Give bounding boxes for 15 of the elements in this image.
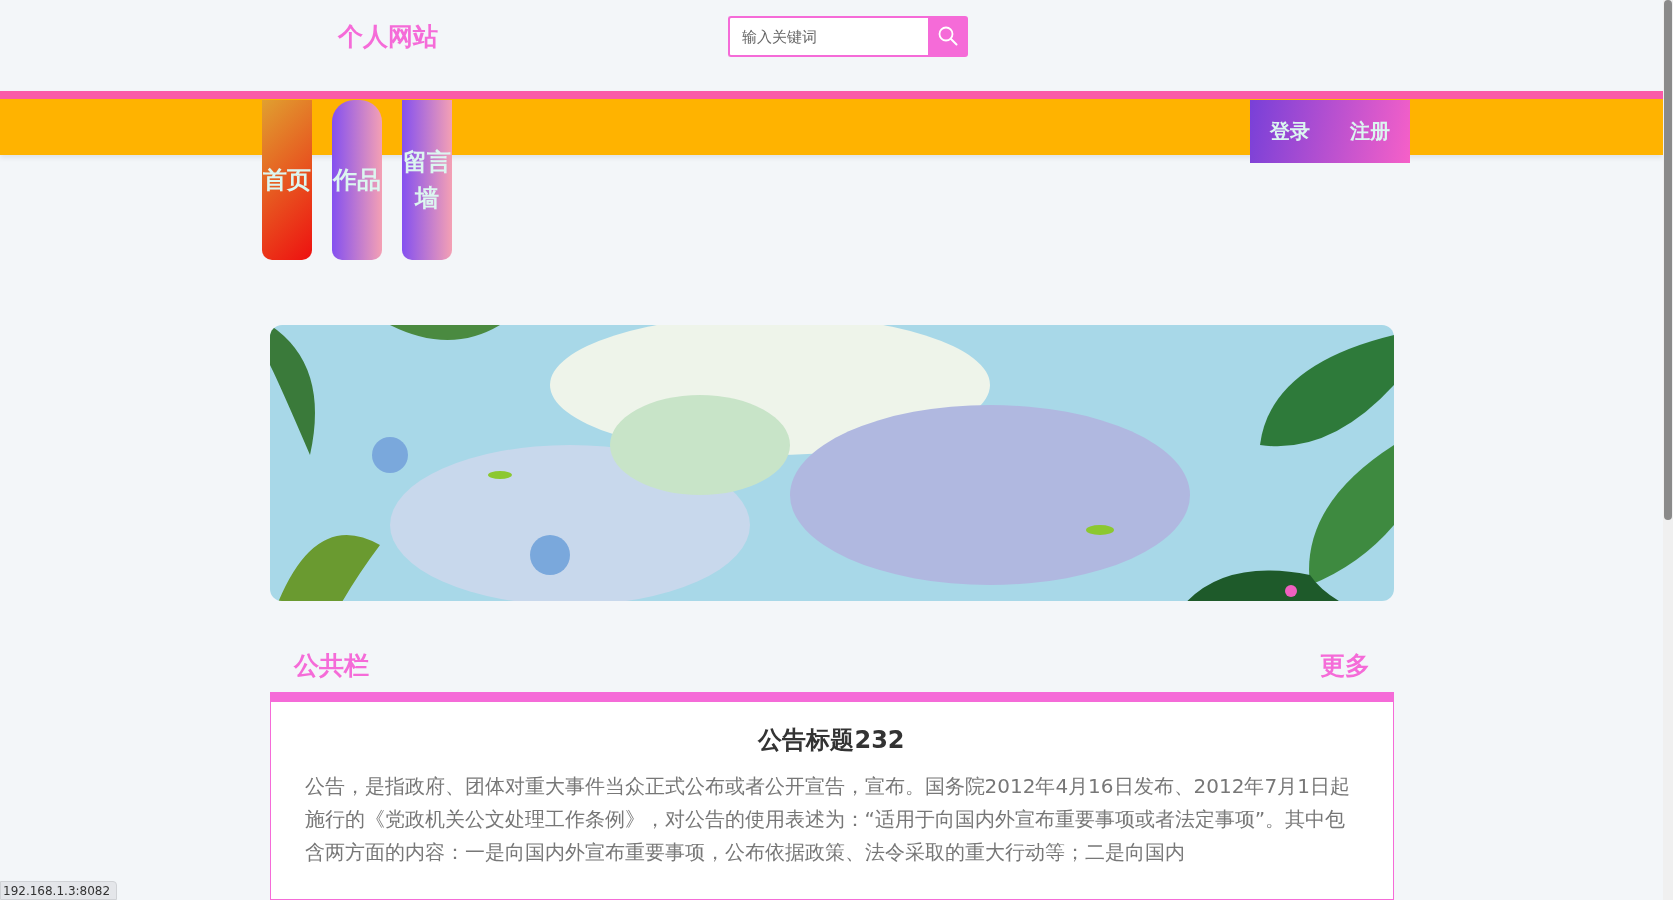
more-link[interactable]: 更多: [1319, 649, 1370, 682]
notice-title: 公告标题232: [756, 725, 906, 756]
search-icon: [937, 26, 958, 46]
status-url: 192.168.1.3:8082: [0, 881, 118, 900]
notice-body: 公告，是指政府、团体对重大事件当众正式公布或者公开宣告，宣布。国务院2012年4月16日发布、2012年7月1日起施行的《党政机关公文处理工作条例》，对公告的使用表述为：“适用于向国内外宣布重要事项或者法定事项”。其中包含两方面的内容：一是向国内外宣布重要事项，公布依据政策、法令采取的重大行动等；二是向国内: [304, 773, 1351, 866]
nav-tab[interactable]: 首页: [261, 99, 312, 260]
search-button[interactable]: [927, 15, 968, 57]
search-field[interactable]: 输入关键词: [727, 15, 928, 57]
site-logo: 个人网站: [337, 20, 438, 53]
scrollbar-thumb[interactable]: [1664, 0, 1672, 520]
auth-link[interactable]: 登录: [1269, 117, 1310, 145]
section-title: 公共栏: [293, 650, 369, 682]
nav-tab[interactable]: 作品: [331, 99, 382, 260]
auth-link[interactable]: 注册: [1349, 117, 1390, 145]
nav-tab[interactable]: 留言墙: [401, 99, 452, 260]
